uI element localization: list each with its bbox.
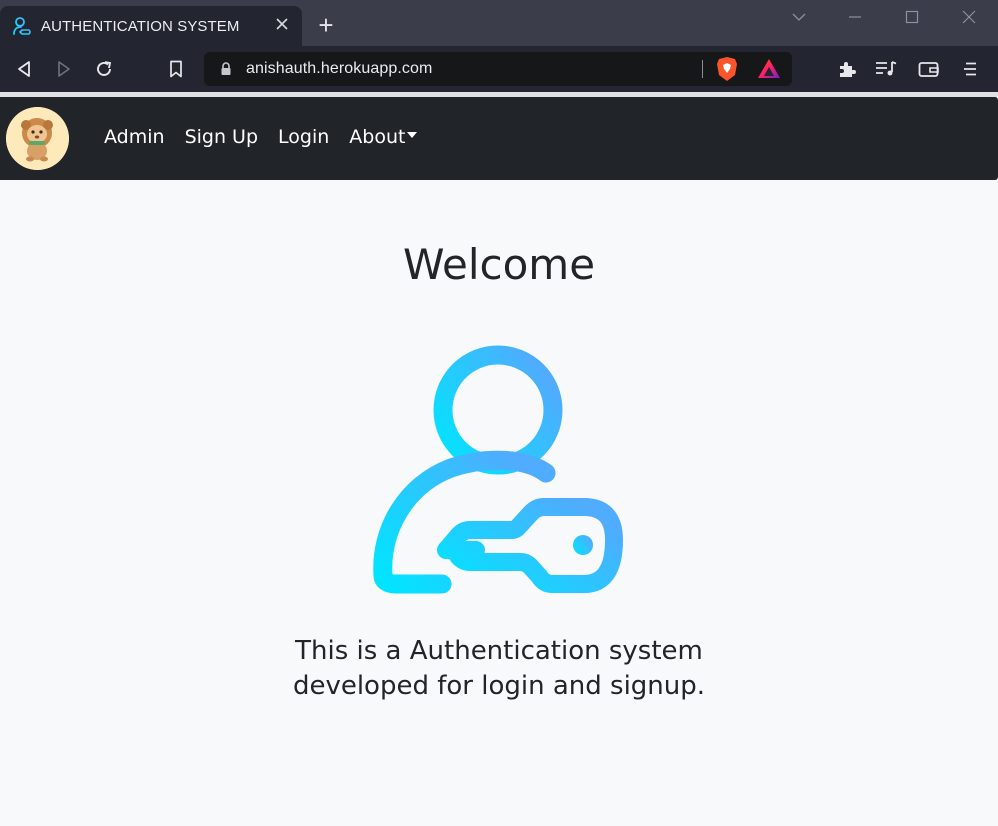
reload-icon[interactable] <box>92 57 116 81</box>
new-tab-button[interactable]: + <box>314 12 338 38</box>
nav-link-login[interactable]: Login <box>278 126 329 148</box>
lock-icon[interactable] <box>220 62 232 81</box>
url-text[interactable]: anishauth.herokuapp.com <box>246 60 432 78</box>
nav-dropdown-about-label: About <box>349 126 406 148</box>
playlist-icon[interactable] <box>874 57 898 81</box>
description-line-2: developed for login and signup. <box>292 671 706 701</box>
address-bar[interactable]: anishauth.herokuapp.com <box>204 52 792 86</box>
browser-tab[interactable]: AUTHENTICATION SYSTEM <box>0 6 302 46</box>
browser-toolbar: anishauth.herokuapp.com <box>0 46 998 92</box>
nav-link-admin[interactable]: Admin <box>104 126 165 148</box>
caret-down-icon <box>407 131 418 138</box>
wallet-icon[interactable] <box>917 57 941 81</box>
user-key-icon <box>10 15 32 37</box>
menu-icon[interactable] <box>958 57 982 81</box>
site-navbar: Admin Sign Up Login About <box>0 97 998 180</box>
nav-links: Admin Sign Up Login About <box>104 126 437 148</box>
maximize-window-icon[interactable] <box>897 6 927 28</box>
tab-title: AUTHENTICATION SYSTEM <box>41 17 240 35</box>
forward-icon[interactable] <box>52 57 76 81</box>
minimize-window-icon[interactable] <box>840 6 870 28</box>
brave-shields-icon[interactable] <box>715 56 739 87</box>
bookmark-icon[interactable] <box>164 57 188 81</box>
browser-tab-strip: AUTHENTICATION SYSTEM + <box>0 0 998 46</box>
tab-search-chevron-icon[interactable] <box>784 6 814 28</box>
extensions-icon[interactable] <box>835 57 859 81</box>
nav-dropdown-about[interactable]: About <box>349 126 418 148</box>
lion-avatar-logo[interactable] <box>6 107 69 170</box>
description: This is a Authentication system develope… <box>249 634 749 704</box>
description-line-1: This is a Authentication system <box>295 636 703 666</box>
back-icon[interactable] <box>12 57 36 81</box>
user-key-icon <box>366 340 630 600</box>
close-tab-icon[interactable] <box>272 15 292 35</box>
close-window-icon[interactable] <box>954 6 984 28</box>
url-divider <box>702 60 703 78</box>
nav-link-sign-up[interactable]: Sign Up <box>185 126 258 148</box>
page-title: Welcome <box>402 240 596 289</box>
brave-rewards-icon[interactable] <box>757 58 781 85</box>
